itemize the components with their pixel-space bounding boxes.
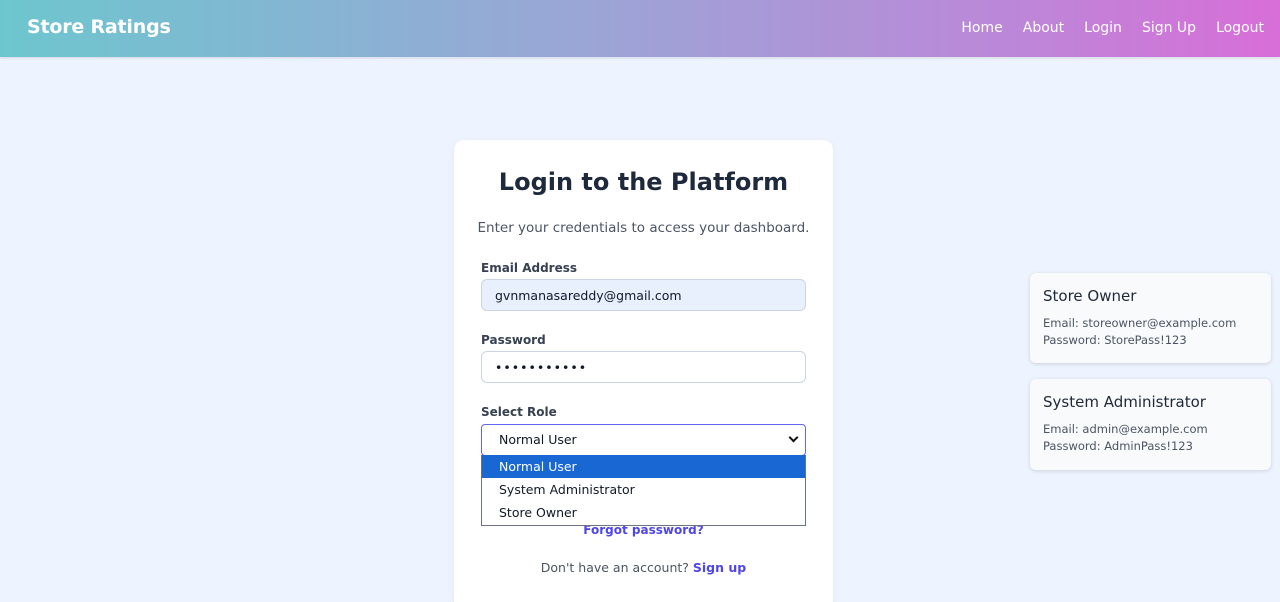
info-card-system-administrator: System Administrator Email: admin@exampl…	[1030, 379, 1271, 470]
brand-logo[interactable]: Store Ratings	[27, 16, 171, 38]
email-field[interactable]	[481, 279, 806, 311]
info-card-title: System Administrator	[1043, 393, 1206, 411]
role-option-system-administrator[interactable]: System Administrator	[482, 478, 805, 501]
role-option-store-owner[interactable]: Store Owner	[482, 501, 805, 524]
nav-link-signup[interactable]: Sign Up	[1142, 20, 1196, 36]
info-card-email: Email: admin@example.com	[1043, 422, 1208, 436]
role-option-normal-user[interactable]: Normal User	[482, 455, 805, 478]
info-card-title: Store Owner	[1043, 287, 1137, 305]
info-card-email: Email: storeowner@example.com	[1043, 316, 1237, 330]
nav-links: Home About Login Sign Up Logout	[941, 20, 1264, 36]
signup-line: Don't have an account? Sign up	[454, 560, 833, 575]
role-select[interactable]: Normal User	[481, 424, 806, 456]
info-card-store-owner: Store Owner Email: storeowner@example.co…	[1030, 273, 1271, 363]
role-label: Select Role	[481, 405, 557, 419]
nav-link-login[interactable]: Login	[1084, 20, 1122, 36]
role-select-value: Normal User	[499, 432, 577, 447]
login-card: Login to the Platform Enter your credent…	[454, 140, 833, 602]
nav-link-home[interactable]: Home	[961, 20, 1002, 36]
page-title: Login to the Platform	[498, 168, 789, 196]
email-label: Email Address	[481, 261, 578, 275]
info-card-password: Password: AdminPass!123	[1043, 439, 1193, 453]
page-subtitle: Enter your credentials to access your da…	[477, 220, 810, 236]
password-label: Password	[481, 333, 546, 347]
signup-link[interactable]: Sign up	[693, 560, 746, 575]
nav-link-about[interactable]: About	[1023, 20, 1064, 36]
nav-link-logout[interactable]: Logout	[1216, 20, 1264, 36]
info-card-password: Password: StorePass!123	[1043, 333, 1187, 347]
navbar: Store Ratings Home About Login Sign Up L…	[0, 0, 1280, 57]
signup-prompt: Don't have an account?	[540, 560, 689, 575]
chevron-down-icon	[788, 432, 799, 443]
password-field[interactable]	[481, 351, 806, 383]
role-dropdown: Normal User System Administrator Store O…	[481, 455, 806, 526]
